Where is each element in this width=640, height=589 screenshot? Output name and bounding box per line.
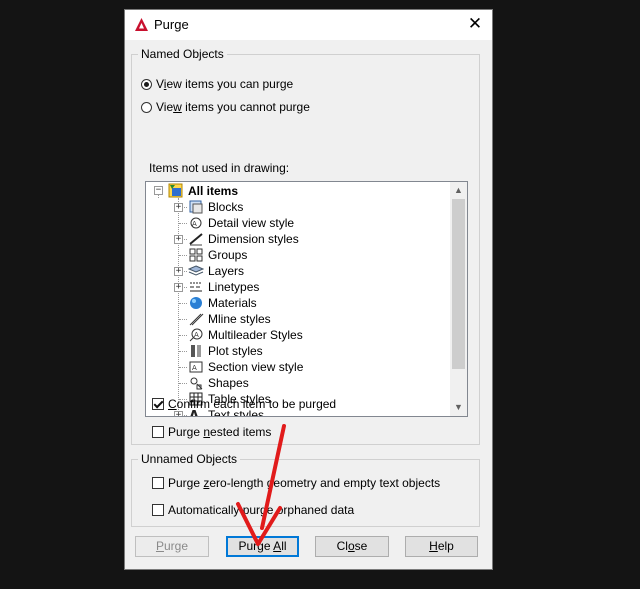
tree-guide xyxy=(179,319,187,320)
items-tree[interactable]: − All items + Blocks A Detail view style + Di… xyxy=(145,181,468,417)
scroll-up-arrow-icon[interactable]: ▲ xyxy=(450,182,467,199)
checkbox-indicator[interactable] xyxy=(152,504,164,516)
tree-item-label: Linetypes xyxy=(208,280,260,294)
purge-dialog: Purge ✕ Named Objects View items you can… xyxy=(124,9,493,570)
scroll-thumb[interactable] xyxy=(452,199,465,369)
detail-view-style-icon: A xyxy=(190,217,202,229)
svg-text:A: A xyxy=(192,220,197,228)
checkbox-indicator[interactable] xyxy=(152,477,164,489)
tree-item[interactable]: A Section view style xyxy=(188,359,303,375)
checkbox-label: Automatically purge orphaned data xyxy=(168,503,355,517)
tree-label: Items not used in drawing: xyxy=(149,161,290,175)
purge-button[interactable]: Purge xyxy=(135,536,209,557)
collapse-toggle[interactable]: − xyxy=(154,186,163,195)
window-title: Purge xyxy=(154,17,189,32)
expand-toggle[interactable]: + xyxy=(174,283,183,292)
named-objects-legend: Named Objects xyxy=(138,47,227,61)
help-button[interactable]: Help xyxy=(405,536,478,557)
tree-item[interactable]: Layers xyxy=(188,263,244,279)
checkbox-indicator[interactable] xyxy=(152,426,164,438)
mline-styles-icon xyxy=(189,313,204,326)
svg-text:A: A xyxy=(192,364,197,372)
purge-nested-checkbox[interactable]: Purge nested items xyxy=(152,425,271,439)
tree-guide xyxy=(179,335,187,336)
materials-icon xyxy=(190,297,202,309)
all-items-icon xyxy=(168,183,183,198)
tree-item-label: Multileader Styles xyxy=(208,328,303,342)
close-window-button[interactable]: ✕ xyxy=(458,10,492,40)
tree-item[interactable]: A Multileader Styles xyxy=(188,327,303,343)
view-cannot-purge-radio[interactable]: View items you cannot purge xyxy=(141,100,310,114)
tree-item[interactable]: Shapes xyxy=(188,375,249,391)
linetypes-icon xyxy=(190,282,202,292)
tree-item[interactable]: Linetypes xyxy=(188,279,259,295)
scroll-down-arrow-icon[interactable]: ▼ xyxy=(450,399,467,416)
tree-item[interactable]: Groups xyxy=(188,247,247,263)
unnamed-objects-group: Unnamed Objects Purge zero-length geomet… xyxy=(131,452,480,527)
expand-toggle[interactable]: + xyxy=(174,411,183,416)
tree-item-label: Dimension styles xyxy=(208,232,299,246)
layers-icon xyxy=(188,265,204,276)
radio-label: View items you can purge xyxy=(156,77,294,91)
checkbox-label: Purge zero-length geometry and empty tex… xyxy=(168,476,441,490)
tree-item-label: Section view style xyxy=(208,360,304,374)
tree-item-all-items[interactable]: All items xyxy=(168,183,238,199)
purge-all-button[interactable]: Purge All xyxy=(226,536,299,557)
svg-text:A: A xyxy=(194,331,199,339)
blocks-icon xyxy=(189,200,203,214)
radio-label: View items you cannot purge xyxy=(156,100,310,114)
groups-icon xyxy=(189,248,203,262)
tree-item[interactable]: Plot styles xyxy=(188,343,263,359)
checkbox-indicator[interactable] xyxy=(152,398,164,410)
title-bar[interactable]: Purge ✕ xyxy=(125,10,492,40)
tree-item[interactable]: Blocks xyxy=(188,199,243,215)
close-button[interactable]: Close xyxy=(315,536,389,557)
checkbox-label: Confirm each item to be purged xyxy=(168,397,337,411)
unnamed-objects-legend: Unnamed Objects xyxy=(138,452,241,466)
purge-orphaned-checkbox[interactable]: Automatically purge orphaned data xyxy=(152,503,354,517)
tree-item-label: Layers xyxy=(208,264,245,278)
tree-item-label: Blocks xyxy=(208,200,244,214)
named-objects-group: Named Objects View items you can purge V… xyxy=(131,47,480,445)
tree-guide xyxy=(179,255,187,256)
expand-toggle[interactable]: + xyxy=(174,267,183,276)
tree-guide xyxy=(179,383,187,384)
shapes-icon xyxy=(190,377,203,390)
tree-guide xyxy=(158,195,159,198)
confirm-each-checkbox[interactable]: Confirm each item to be purged xyxy=(152,397,336,411)
purge-zero-length-checkbox[interactable]: Purge zero-length geometry and empty tex… xyxy=(152,476,440,490)
tree-item-label: Mline styles xyxy=(208,312,271,326)
tree-item[interactable]: Mline styles xyxy=(188,311,271,327)
tree-item[interactable]: Dimension styles xyxy=(188,231,299,247)
radio-indicator[interactable] xyxy=(141,78,152,90)
tree-guide xyxy=(178,198,179,416)
tree-item-label: Detail view style xyxy=(208,216,295,230)
tree-guide xyxy=(179,351,187,352)
plot-styles-icon xyxy=(191,345,201,357)
tree-item-label: Shapes xyxy=(208,376,249,390)
expand-toggle[interactable]: + xyxy=(174,203,183,212)
dimension-styles-icon xyxy=(189,233,203,246)
tree-guide xyxy=(179,223,187,224)
tree-item-label: Materials xyxy=(208,296,257,310)
autocad-logo-icon xyxy=(135,18,148,31)
tree-item-label: Plot styles xyxy=(208,344,263,358)
tree-item-label: Groups xyxy=(208,248,248,262)
expand-toggle[interactable]: + xyxy=(174,235,183,244)
section-view-style-icon: A xyxy=(189,361,203,373)
multileader-styles-icon: A xyxy=(189,328,203,342)
tree-item[interactable]: A Detail view style xyxy=(188,215,294,231)
view-can-purge-radio[interactable]: View items you can purge xyxy=(141,77,293,91)
tree-item-label: All items xyxy=(188,184,239,198)
radio-indicator[interactable] xyxy=(141,101,152,113)
tree-guide xyxy=(179,303,187,304)
tree-item[interactable]: Materials xyxy=(188,295,257,311)
tree-scrollbar[interactable]: ▲ ▼ xyxy=(450,182,467,416)
checkbox-label: Purge nested items xyxy=(168,425,272,439)
tree-guide xyxy=(179,367,187,368)
